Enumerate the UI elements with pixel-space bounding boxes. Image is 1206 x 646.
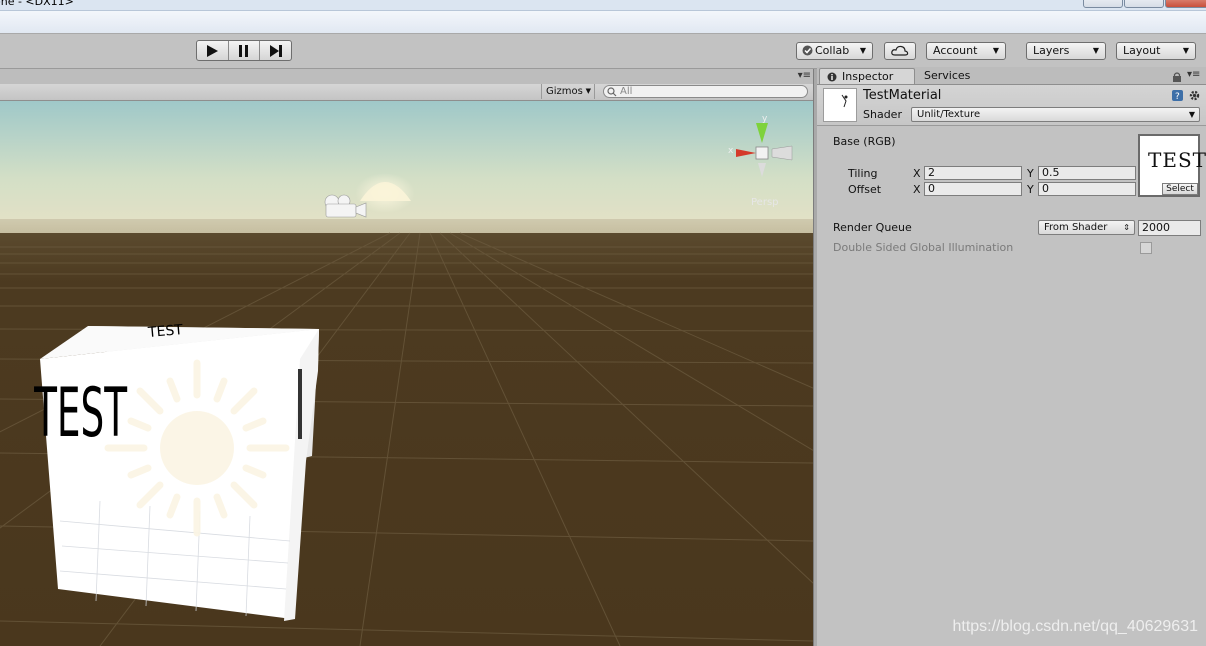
axis-y-label: y xyxy=(762,114,768,124)
checkmark-circle-icon xyxy=(802,45,813,56)
shader-dropdown[interactable]: Unlit/Texture ▼ xyxy=(911,107,1200,122)
scene-search-input[interactable]: All xyxy=(603,85,808,98)
minimize-button[interactable] xyxy=(1083,0,1123,8)
texture-select-button[interactable]: Select xyxy=(1162,183,1198,195)
persp-label: Persp xyxy=(751,197,779,208)
updown-arrow-icon: ⇕ xyxy=(1123,223,1130,232)
layout-dropdown[interactable]: Layout ▼ xyxy=(1116,42,1196,60)
search-icon xyxy=(607,87,617,97)
render-queue-mode: From Shader xyxy=(1044,222,1108,233)
render-queue-field[interactable]: 2000 xyxy=(1138,220,1201,236)
play-button[interactable] xyxy=(197,41,229,60)
collab-label: Collab xyxy=(815,44,850,57)
double-sided-gi-label: Double Sided Global Illumination xyxy=(833,241,1014,254)
layout-label: Layout xyxy=(1123,44,1161,57)
base-rgb-label: Base (RGB) xyxy=(833,135,896,148)
collab-button[interactable]: Collab ▼ xyxy=(796,42,873,60)
scene-render: TEST TEST y x Persp xyxy=(0,101,813,646)
layers-dropdown[interactable]: Layers ▼ xyxy=(1026,42,1106,60)
step-icon xyxy=(269,44,282,57)
chevron-down-icon: ▼ xyxy=(992,46,999,55)
material-preview-icon xyxy=(823,88,857,122)
tiling-x-label: X xyxy=(913,167,921,180)
texture-thumb-text: TEST xyxy=(1148,148,1206,172)
window-title-bar: one - <DX11> xyxy=(0,0,1206,11)
chevron-down-icon: ▼ xyxy=(585,87,591,95)
offset-y-field[interactable]: 0 xyxy=(1038,182,1136,196)
cloud-button[interactable] xyxy=(884,42,916,60)
lock-icon[interactable] xyxy=(1172,72,1182,82)
chevron-down-icon: ▼ xyxy=(859,46,866,55)
shader-label: Shader xyxy=(863,108,902,121)
offset-y-label: Y xyxy=(1027,183,1034,196)
chevron-down-icon: ▼ xyxy=(1182,46,1189,55)
scene-toolbar: Gizmos ▼ All xyxy=(0,84,813,101)
panel-menu-icon[interactable]: ▾≡ xyxy=(798,70,811,81)
playback-controls xyxy=(196,40,292,61)
gear-icon[interactable] xyxy=(1188,89,1201,102)
cloud-icon xyxy=(891,45,909,56)
tab-services[interactable]: Services xyxy=(918,68,976,84)
double-sided-gi-checkbox[interactable] xyxy=(1140,242,1152,254)
cube-top-texture-text: TEST xyxy=(146,322,184,341)
main-toolbar: Collab ▼ Account ▼ Layers ▼ Layout ▼ xyxy=(0,34,1206,69)
layers-label: Layers xyxy=(1033,44,1070,57)
material-properties: Base (RGB) Tiling X 2 Y 0.5 Offset X 0 Y… xyxy=(817,126,1206,646)
window-title: one - <DX11> xyxy=(0,0,74,8)
tiling-x-field[interactable]: 2 xyxy=(924,166,1022,180)
gizmos-dropdown[interactable]: Gizmos ▼ xyxy=(541,84,595,99)
play-icon xyxy=(207,44,219,57)
material-name: TestMaterial xyxy=(863,88,942,103)
offset-label: Offset xyxy=(848,183,882,196)
help-book-icon[interactable]: ? xyxy=(1171,89,1184,102)
scene-viewport[interactable]: TEST TEST y x Persp xyxy=(0,101,813,646)
tiling-y-label: Y xyxy=(1027,167,1034,180)
axis-x-label: x xyxy=(728,146,734,156)
chevron-down-icon: ▼ xyxy=(1092,46,1099,55)
pause-button[interactable] xyxy=(229,41,261,60)
texture-slot[interactable]: TEST Select xyxy=(1138,134,1206,197)
tab-inspector-label: Inspector xyxy=(842,70,894,83)
info-icon xyxy=(827,72,837,82)
maximize-button[interactable] xyxy=(1124,0,1164,8)
inspector-tab-strip: Inspector Services ▾≡ xyxy=(817,67,1206,85)
step-button[interactable] xyxy=(260,41,291,60)
tiling-label: Tiling xyxy=(848,167,878,180)
tiling-y-field[interactable]: 0.5 xyxy=(1038,166,1136,180)
material-header: TestMaterial Shader Unlit/Texture ▼ ? xyxy=(817,85,1206,126)
render-queue-dropdown[interactable]: From Shader ⇕ xyxy=(1038,220,1135,235)
offset-x-field[interactable]: 0 xyxy=(924,182,1022,196)
account-dropdown[interactable]: Account ▼ xyxy=(926,42,1006,60)
cube-texture-text: TEST xyxy=(33,373,127,452)
tab-services-label: Services xyxy=(924,69,971,82)
search-placeholder: All xyxy=(620,86,633,97)
offset-x-label: X xyxy=(913,183,921,196)
panel-menu-icon[interactable]: ▾≡ xyxy=(1187,69,1200,80)
svg-text:?: ? xyxy=(1175,92,1180,102)
watermark: https://blog.csdn.net/qq_40629631 xyxy=(952,618,1198,635)
shader-value: Unlit/Texture xyxy=(917,109,981,120)
gizmos-label: Gizmos xyxy=(546,86,583,97)
menu-bar xyxy=(0,11,1206,34)
tab-inspector[interactable]: Inspector xyxy=(819,68,915,84)
close-window-button[interactable] xyxy=(1165,0,1206,8)
render-queue-label: Render Queue xyxy=(833,221,912,234)
scene-tab-strip: ▾≡ xyxy=(0,69,813,84)
chevron-down-icon: ▼ xyxy=(1188,110,1195,119)
account-label: Account xyxy=(933,44,978,57)
pause-icon xyxy=(239,44,248,57)
